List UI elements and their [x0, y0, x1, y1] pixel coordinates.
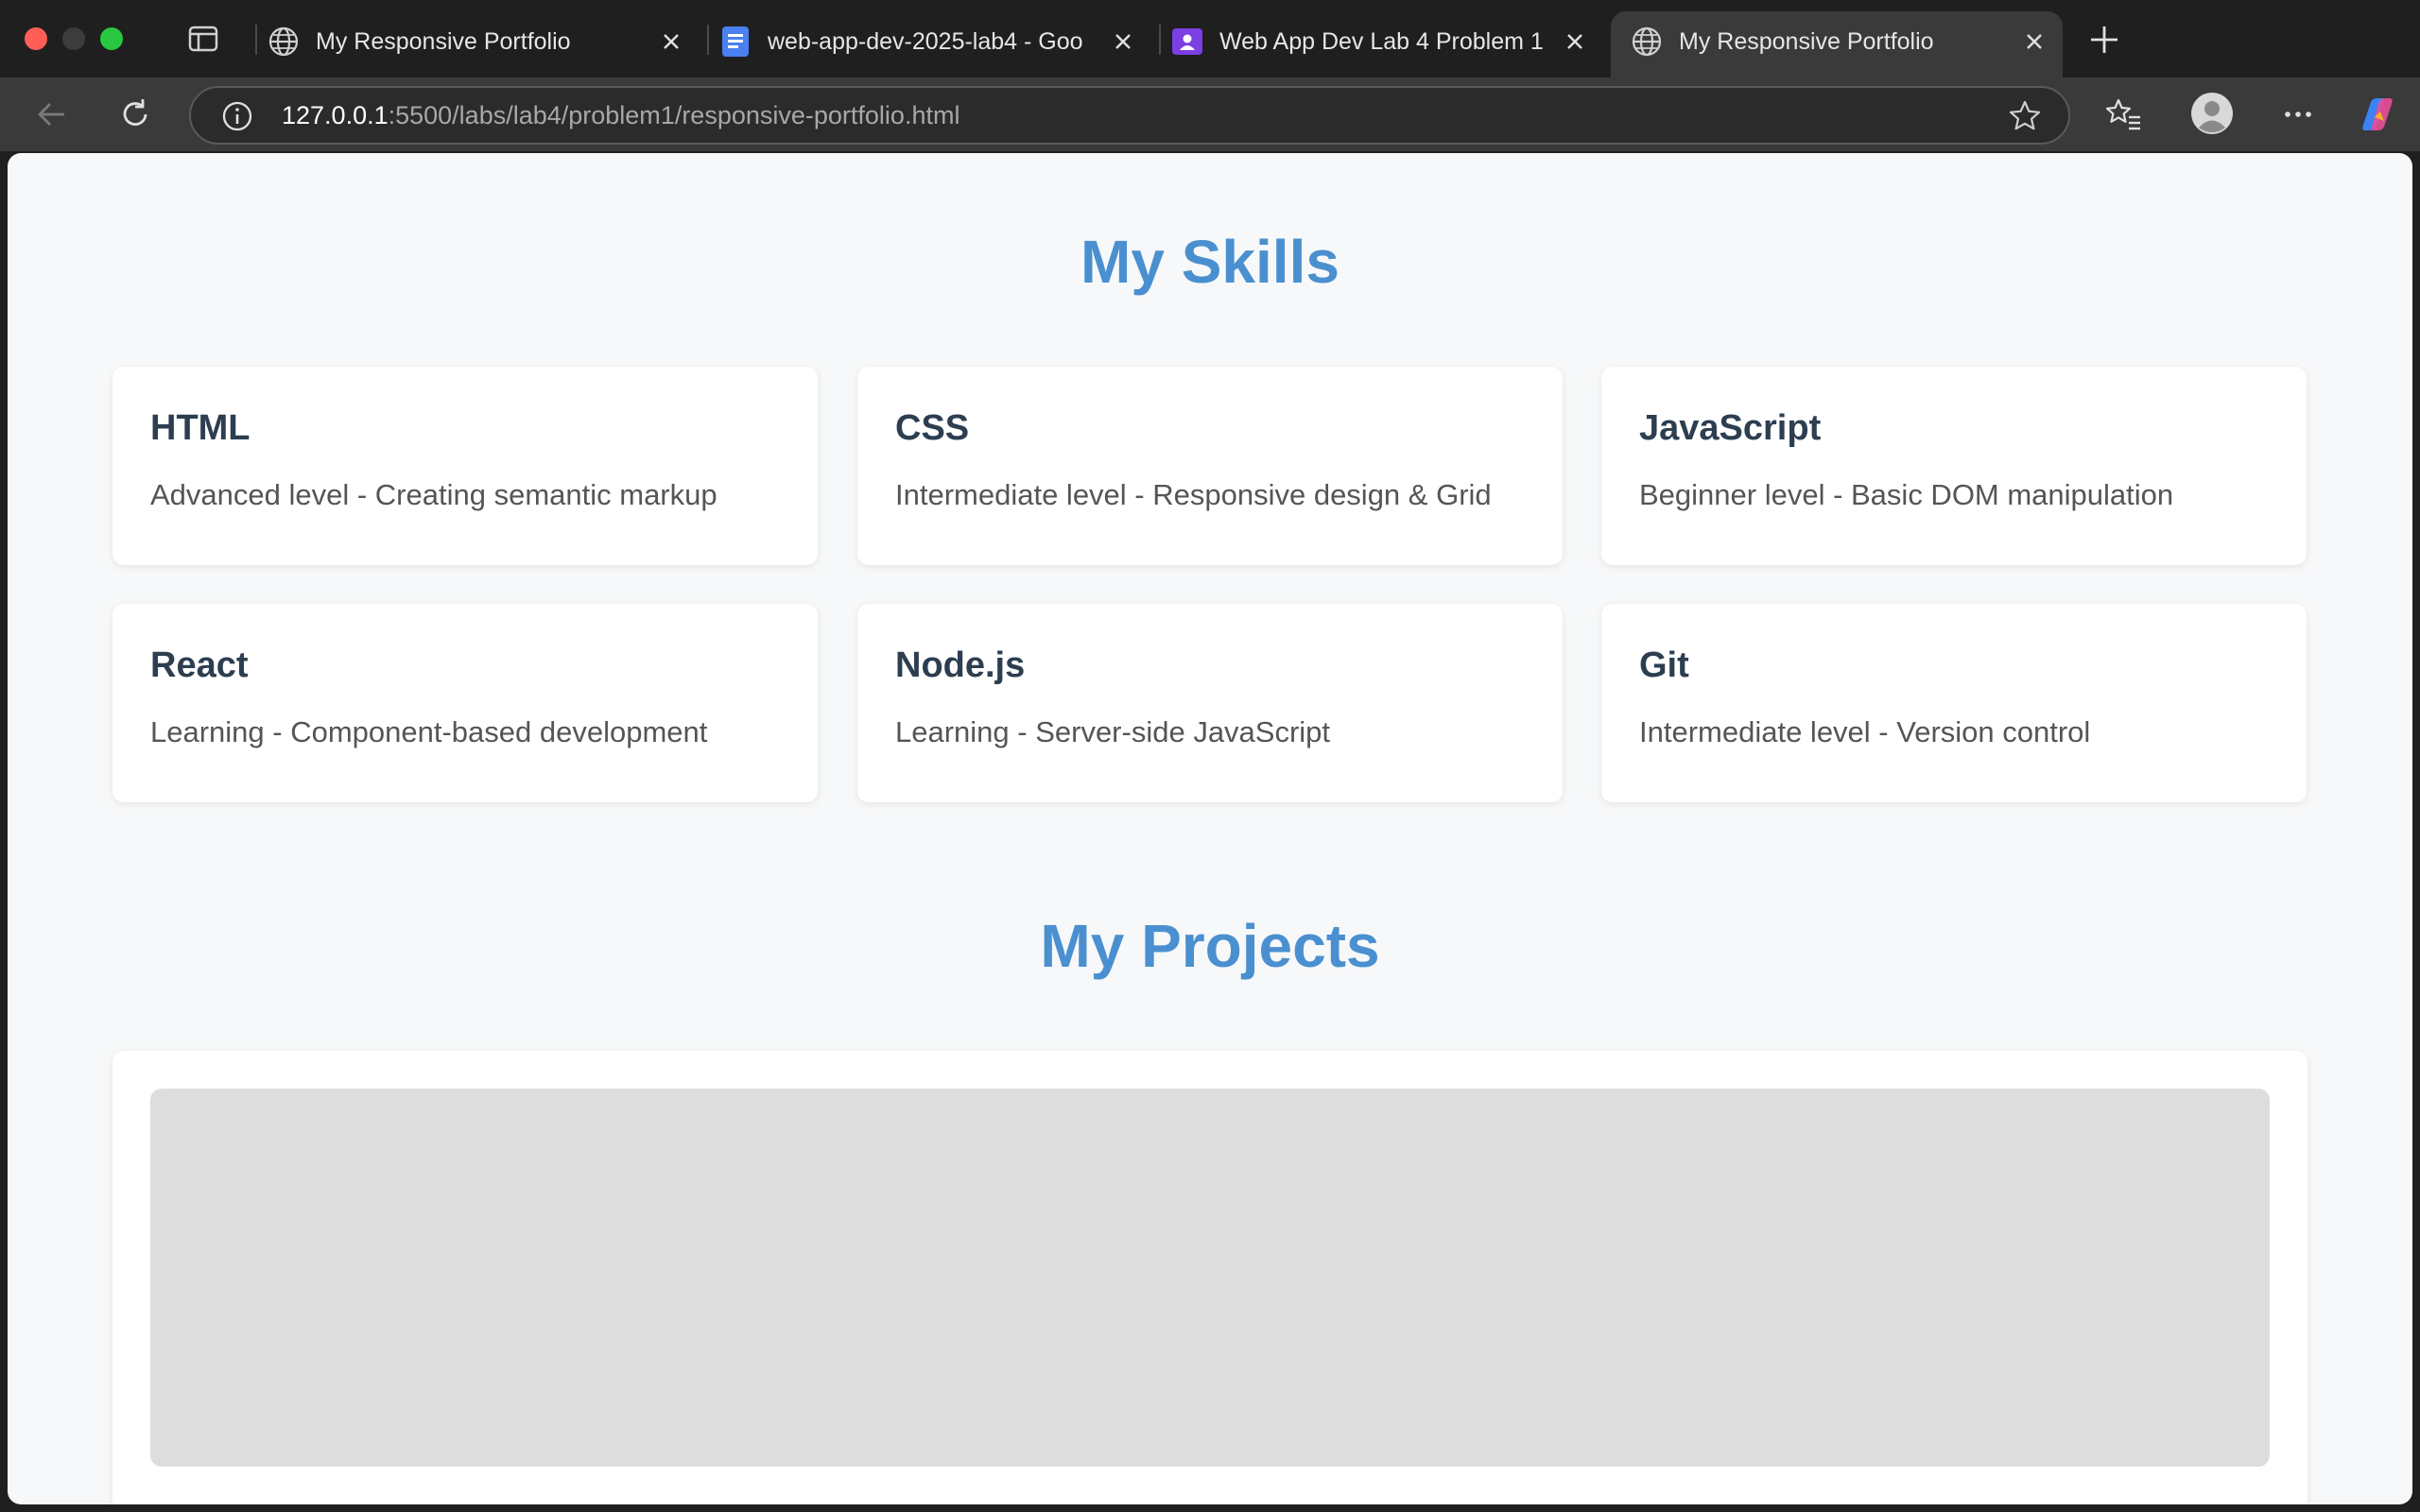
projects-section-title: My Projects [1040, 912, 1380, 980]
page-viewport: My Skills HTML Advanced level - Creating… [8, 153, 2412, 1504]
browser-toolbar: 127.0.0.1:5500/labs/lab4/problem1/respon… [0, 77, 2420, 151]
skill-name: HTML [150, 408, 251, 448]
skill-name: JavaScript [1639, 408, 1822, 448]
skill-name: React [150, 645, 249, 685]
maximize-window-button[interactable] [100, 27, 123, 50]
tab-classroom[interactable]: Web App Dev Lab 4 Problem 1 [1151, 11, 1603, 77]
tab-portfolio-active[interactable]: My Responsive Portfolio [1611, 11, 2063, 77]
tab-google-docs[interactable]: web-app-dev-2025-lab4 - Goo [700, 11, 1151, 77]
tab-title: My Responsive Portfolio [316, 28, 571, 55]
skill-description: Intermediate level - Version control [1639, 715, 2091, 748]
skill-card: JavaScript Beginner level - Basic DOM ma… [1601, 367, 2307, 565]
star-icon[interactable] [2008, 99, 2042, 133]
tab-title: My Responsive Portfolio [1679, 28, 1934, 55]
skill-card: CSS Intermediate level - Responsive desi… [857, 367, 1563, 565]
close-window-button[interactable] [25, 27, 47, 50]
close-tab-icon[interactable] [2019, 26, 2049, 57]
skill-card: Node.js Learning - Server-side JavaScrip… [857, 604, 1563, 802]
skill-card: React Learning - Component-based develop… [112, 604, 818, 802]
skills-section-title: My Skills [1080, 228, 1340, 296]
tab-strip: My Responsive Portfolio web-app-dev-2025… [0, 0, 2420, 77]
close-tab-icon[interactable] [1108, 26, 1138, 57]
address-path: :5500/labs/lab4/problem1/responsive-port… [388, 101, 960, 129]
project-card [112, 1051, 2308, 1504]
skill-name: Node.js [895, 645, 1026, 685]
globe-icon [267, 25, 301, 59]
skill-description: Learning - Server-side JavaScript [895, 715, 1331, 748]
tab-title: Web App Dev Lab 4 Problem 1 [1219, 28, 1544, 55]
skill-description: Advanced level - Creating semantic marku… [150, 478, 717, 511]
site-info-icon[interactable] [221, 100, 253, 132]
skill-description: Learning - Component-based development [150, 715, 708, 748]
tab-actions-icon[interactable] [185, 21, 221, 57]
more-menu-icon[interactable] [2276, 93, 2320, 136]
skill-description: Beginner level - Basic DOM manipulation [1639, 478, 2174, 511]
browser-window: My Responsive Portfolio web-app-dev-2025… [0, 0, 2420, 1512]
skill-description: Intermediate level - Responsive design &… [895, 478, 1492, 511]
skill-name: Git [1639, 645, 1689, 685]
back-icon[interactable] [30, 93, 74, 136]
close-tab-icon[interactable] [1560, 26, 1590, 57]
classroom-icon [1170, 25, 1204, 59]
skill-card: HTML Advanced level - Creating semantic … [112, 367, 818, 565]
skill-card: Git Intermediate level - Version control [1601, 604, 2307, 802]
globe-icon [1630, 25, 1664, 59]
address-host: 127.0.0.1 [282, 101, 389, 129]
address-url: 127.0.0.1:5500/labs/lab4/problem1/respon… [282, 88, 959, 143]
new-tab-icon[interactable] [2083, 19, 2125, 60]
project-image-placeholder [150, 1089, 2270, 1467]
tab-portfolio-1[interactable]: My Responsive Portfolio [248, 11, 700, 77]
copilot-icon[interactable] [2356, 93, 2399, 136]
favorites-icon[interactable] [2102, 93, 2146, 136]
minimize-window-button[interactable] [62, 27, 85, 50]
address-bar[interactable]: 127.0.0.1:5500/labs/lab4/problem1/respon… [189, 86, 2070, 145]
close-tab-icon[interactable] [656, 26, 686, 57]
profile-avatar-icon[interactable] [2189, 91, 2235, 136]
skill-name: CSS [895, 408, 970, 448]
docs-icon [718, 25, 752, 59]
tab-title: web-app-dev-2025-lab4 - Goo [768, 28, 1083, 55]
reload-icon[interactable] [113, 93, 157, 136]
